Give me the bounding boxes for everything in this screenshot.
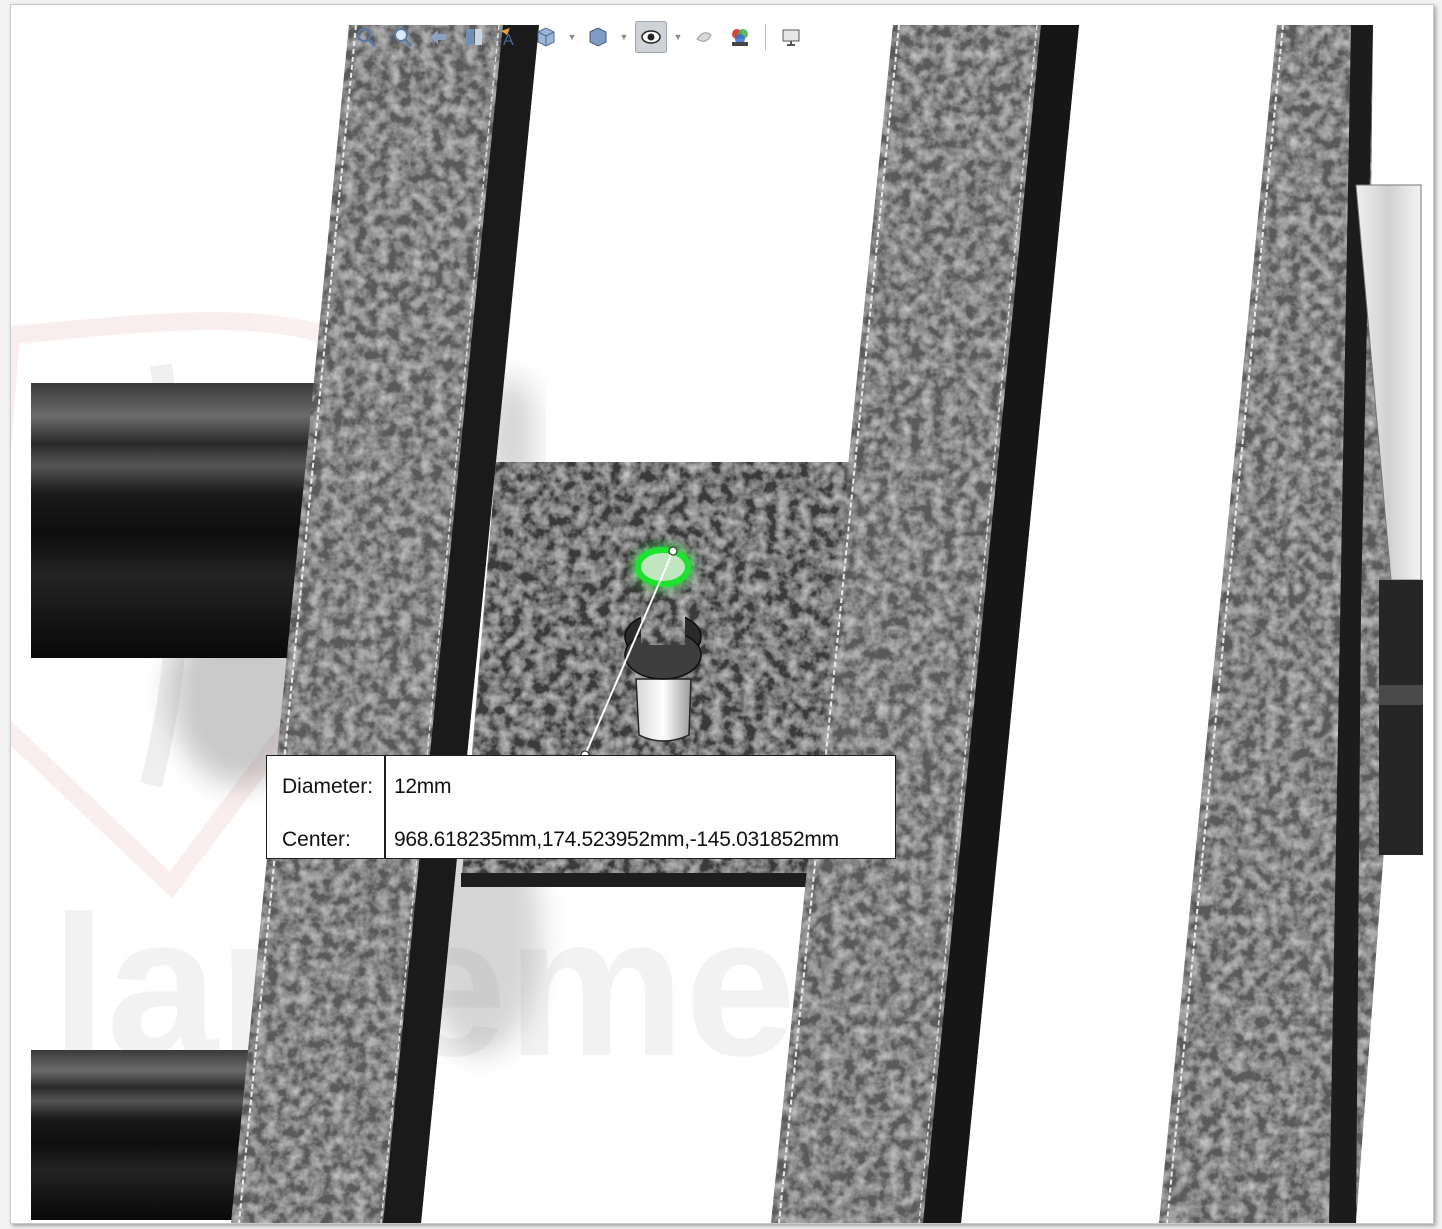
previous-view-icon[interactable] [423,22,453,52]
center-label: Center: [282,828,351,851]
svg-text:A: A [503,32,514,49]
app-window: lamemec [10,4,1434,1224]
center-value: 968.618235mm,174.523952mm,-145.031852mm [394,828,839,851]
heads-up-view-toolbar: A ▼ ▼ ▼ [351,17,951,57]
dynamic-annotation-views-icon[interactable]: A [495,22,525,52]
view-settings-icon[interactable] [776,22,806,52]
zoom-to-area-icon[interactable] [387,22,417,52]
zoom-to-fit-icon[interactable] [351,22,381,52]
display-style-icon[interactable] [583,22,613,52]
chevron-down-icon[interactable]: ▼ [673,22,683,52]
diameter-label: Diameter: [282,775,374,798]
toolbar-separator [765,24,766,50]
chevron-down-icon[interactable]: ▼ [567,22,577,52]
selected-circular-edge[interactable] [635,547,691,587]
tooltip-divider [384,756,386,858]
diameter-value: 12mm [394,775,452,798]
section-view-icon[interactable] [459,22,489,52]
edit-appearance-icon[interactable] [689,22,719,52]
chevron-down-icon[interactable]: ▼ [619,22,629,52]
view-orientation-icon[interactable] [531,22,561,52]
graphics-area[interactable]: lamemec [11,5,1433,1223]
apply-scene-icon[interactable] [725,22,755,52]
measure-tooltip: Diameter: 12mm Center: 968.618235mm,174.… [266,755,896,859]
hide-show-items-icon[interactable] [635,21,667,53]
